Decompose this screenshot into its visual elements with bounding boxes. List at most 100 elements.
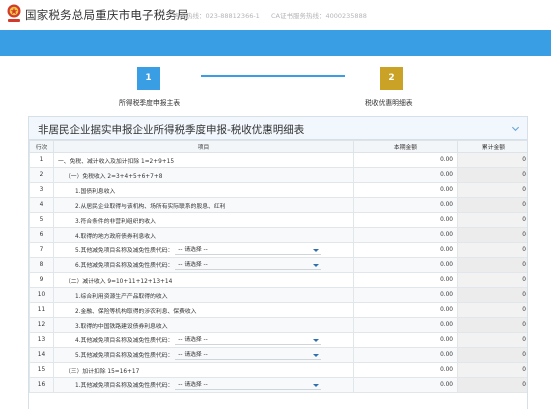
ca-hotline: CA证书服务热线：4000235888 [271,12,367,20]
row-item: 1.国债利息收入 [53,182,354,198]
current-amount-cell[interactable]: 0.00 [353,362,458,378]
service-hotline: 咨询热线：023-88812366-1 [173,12,260,20]
table-body: 1 一、免税、减计收入及加计扣除 1=2+9+15 0.00 0 2 （一）免税收入 2=… [29,152,527,393]
table-row: 14 5.其他减免项目名称及减免性质代码： -- 请选择 -- 0.00 0 [29,347,527,363]
form-title: 非居民企业据实申报企业所得税季度申报-税收优惠明细表 [38,124,305,136]
cumulative-amount-cell: 0 [457,182,527,198]
table-row: 4 2.从居民企业取得与该机构、场所有实际联系的股息、红利 0.00 0 [29,197,527,213]
caret-down-icon[interactable] [313,339,320,342]
col-header-cumulative: 累计金额 [457,140,527,153]
cumulative-amount-cell: 0 [457,167,527,183]
row-number: 14 [29,347,54,363]
select-placeholder: -- 请选择 -- [178,247,208,253]
select-placeholder: -- 请选择 -- [178,337,208,343]
cumulative-amount-cell: 0 [457,317,527,333]
current-amount-cell[interactable]: 0.00 [353,242,458,258]
current-amount-cell[interactable]: 0.00 [353,302,458,318]
row-item: 1.其他减免项目名称及减免性质代码： -- 请选择 -- [53,377,354,393]
cumulative-amount-cell: 0 [457,257,527,273]
current-amount-cell[interactable]: 0.00 [353,272,458,288]
row-item-label: 5.其他减免项目名称及减免性质代码： [75,248,174,254]
cumulative-amount-cell: 0 [457,287,527,303]
current-amount-cell[interactable]: 0.00 [353,167,458,183]
current-amount-cell[interactable]: 0.00 [353,377,458,393]
cumulative-amount-cell: 0 [457,272,527,288]
table-row: 2 （一）免税收入 2=3+4+5+6+7+8 0.00 0 [29,167,527,183]
cumulative-amount-cell: 0 [457,212,527,228]
table-row: 6 4.取得的地方政府债券利息收入 0.00 0 [29,227,527,243]
row-item-label: 3.符合条件的非营利组织的收入 [75,218,156,225]
step-1-badge[interactable]: 1 [137,67,160,90]
row-item-label: 6.其他减免项目名称及减免性质代码： [75,263,174,269]
reduction-code-select[interactable]: -- 请选择 -- [175,351,322,360]
row-item: 4.其他减免项目名称及减免性质代码： -- 请选择 -- [53,332,354,348]
select-placeholder: -- 请选择 -- [178,382,208,388]
current-amount-cell[interactable]: 0.00 [353,317,458,333]
cumulative-amount-cell: 0 [457,362,527,378]
current-amount-cell[interactable]: 0.00 [353,182,458,198]
nav-banner [0,30,551,56]
caret-down-icon[interactable] [313,264,320,267]
row-number: 11 [29,302,54,318]
row-number: 2 [29,167,54,183]
current-amount-cell[interactable]: 0.00 [353,227,458,243]
table-row: 10 1.综合利用资源生产产品取得的收入 0.00 0 [29,287,527,303]
table-row: 9 （二）减计收入 9=10+11+12+13+14 0.00 0 [29,272,527,288]
row-item-label: 1.综合利用资源生产产品取得的收入 [75,293,168,300]
col-header-row-no: 行次 [29,140,54,153]
chevron-down-icon[interactable] [511,124,520,133]
row-item-label: 5.其他减免项目名称及减免性质代码： [75,353,174,359]
site-title: 国家税务总局重庆市电子税务局 [25,8,189,22]
row-item: 2.金融、保险等机构取得的涉农利息、保费收入 [53,302,354,318]
row-number: 6 [29,227,54,243]
reduction-code-select[interactable]: -- 请选择 -- [175,381,322,390]
step-2-badge[interactable]: 2 [380,67,403,90]
preferential-table: 行次 项目 本期金额 累计金额 1 一、免税、减计收入及加计扣除 1=2+9+15… [29,140,527,393]
row-item-label: 2.从居民企业取得与该机构、场所有实际联系的股息、红利 [75,203,226,210]
reduction-code-select[interactable]: -- 请选择 -- [175,261,322,270]
table-row: 7 5.其他减免项目名称及减免性质代码： -- 请选择 -- 0.00 0 [29,242,527,258]
current-amount-cell[interactable]: 0.00 [353,257,458,273]
table-row: 15 （三）加计扣除 15=16+17 0.00 0 [29,362,527,378]
row-number: 16 [29,377,54,393]
step-2-label[interactable]: 税收优惠明细表 [365,97,413,107]
row-number: 13 [29,332,54,348]
row-number: 15 [29,362,54,378]
select-placeholder: -- 请选择 -- [178,262,208,268]
row-item: （二）减计收入 9=10+11+12+13+14 [53,272,354,288]
current-amount-cell[interactable]: 0.00 [353,287,458,303]
row-number: 7 [29,242,54,258]
current-amount-cell[interactable]: 0.00 [353,347,458,363]
row-item: 3.符合条件的非营利组织的收入 [53,212,354,228]
current-amount-cell[interactable]: 0.00 [353,197,458,213]
row-item: 2.从居民企业取得与该机构、场所有实际联系的股息、红利 [53,197,354,213]
row-item-label: 4.其他减免项目名称及减免性质代码： [75,338,174,344]
tax-emblem-icon [7,4,21,22]
current-amount-cell[interactable]: 0.00 [353,152,458,168]
table-row: 8 6.其他减免项目名称及减免性质代码： -- 请选择 -- 0.00 0 [29,257,527,273]
caret-down-icon[interactable] [313,354,320,357]
reduction-code-select[interactable]: -- 请选择 -- [175,336,322,345]
row-item: 6.其他减免项目名称及减免性质代码： -- 请选择 -- [53,257,354,273]
caret-down-icon[interactable] [313,384,320,387]
row-number: 1 [29,152,54,168]
row-number: 12 [29,317,54,333]
current-amount-cell[interactable]: 0.00 [353,332,458,348]
row-item-label: 1.国债利息收入 [75,188,116,195]
table-row: 13 4.其他减免项目名称及减免性质代码： -- 请选择 -- 0.00 0 [29,332,527,348]
step-1-label[interactable]: 所得税季度申报主表 [119,97,180,107]
caret-down-icon[interactable] [313,249,320,252]
reduction-code-select[interactable]: -- 请选择 -- [175,246,322,255]
col-header-current: 本期金额 [353,140,458,153]
row-item-label: （二）减计收入 9=10+11+12+13+14 [65,278,173,285]
row-item: （三）加计扣除 15=16+17 [53,362,354,378]
current-amount-cell[interactable]: 0.00 [353,212,458,228]
preferential-detail-panel: 非居民企业据实申报企业所得税季度申报-税收优惠明细表 行次 项目 本期金额 累计… [28,116,528,409]
cumulative-amount-cell: 0 [457,377,527,393]
row-item-label: 4.取得的地方政府债券利息收入 [75,233,156,240]
select-placeholder: -- 请选择 -- [178,352,208,358]
row-number: 9 [29,272,54,288]
cumulative-amount-cell: 0 [457,152,527,168]
panel-header[interactable]: 非居民企业据实申报企业所得税季度申报-税收优惠明细表 [29,117,527,140]
row-item-label: 一、免税、减计收入及加计扣除 1=2+9+15 [58,158,175,165]
